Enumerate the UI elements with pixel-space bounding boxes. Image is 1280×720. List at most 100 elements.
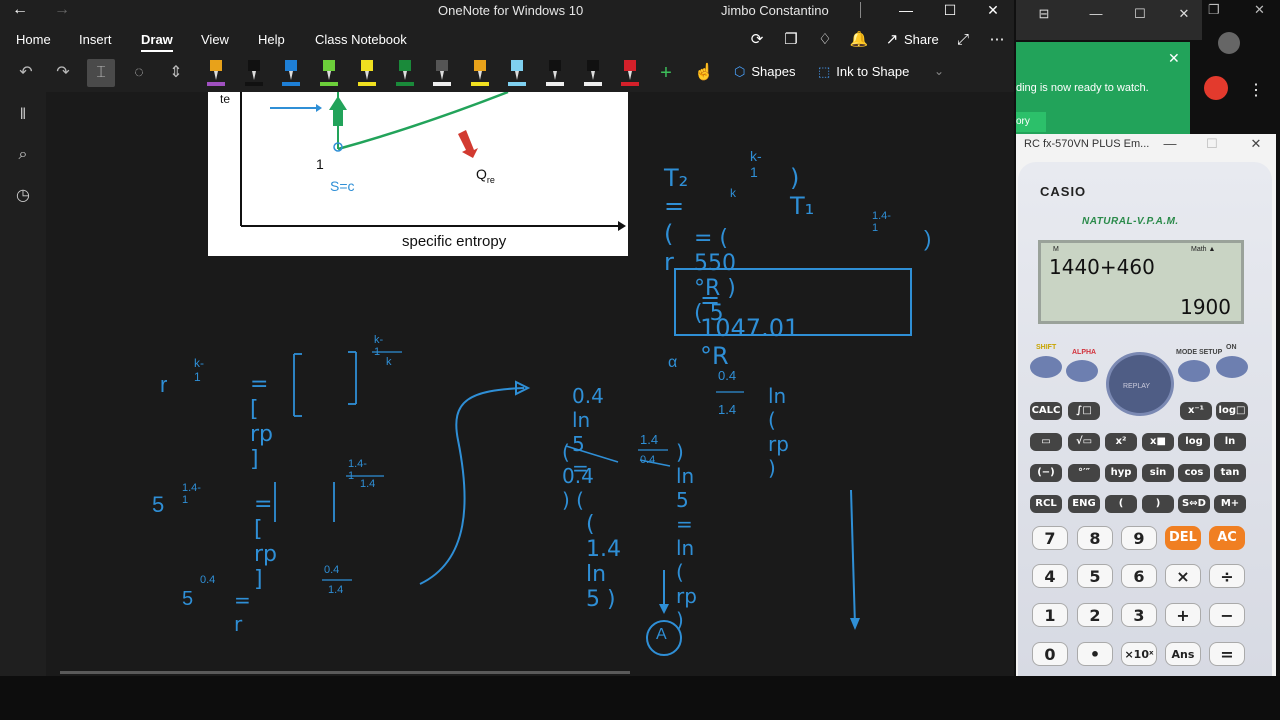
key-row2-4[interactable]: log [1178, 433, 1210, 451]
key-7-3[interactable]: + [1165, 603, 1201, 627]
window-layout-icon[interactable]: ⊟ [1032, 6, 1056, 22]
key-row2-1[interactable]: √▭ [1068, 433, 1100, 451]
ln1-frac-bot: 1.4 [718, 402, 737, 417]
key-row1-2[interactable]: x⁻¹ [1180, 402, 1212, 420]
calculator-display: M Math ▲ 1440+460 1900 [1038, 240, 1244, 324]
key-row4-4[interactable]: S⇔D [1178, 495, 1210, 513]
calculator-window-title: RC fx-570VN PLUS Em... [1024, 138, 1150, 150]
mode-key[interactable] [1178, 360, 1210, 382]
ln1-frac-top: 0.4 [718, 368, 737, 383]
calc-maximize-icon[interactable]: ☐ [1200, 136, 1224, 152]
key-row1-1[interactable]: ∫□ [1068, 402, 1100, 420]
key-5-0[interactable]: 7 [1032, 526, 1068, 550]
recording-notification: ✕ ding is now ready to watch. ory [1016, 42, 1190, 134]
key-row2-5[interactable]: ln [1214, 433, 1246, 451]
ln3-expression: ( 1.4 ln 5 ) [586, 512, 621, 612]
key-8-3[interactable]: Ans [1165, 642, 1201, 666]
memory-indicator: M [1053, 246, 1059, 253]
key-row3-4[interactable]: cos [1178, 464, 1210, 482]
ratio-exponent: k-1 [194, 356, 204, 384]
ratio-exp2-bot: k [386, 356, 392, 368]
bg-restore-icon[interactable]: ❐ [1208, 2, 1220, 18]
ratio-mid: = [ rp ] [250, 372, 274, 472]
calc-close-icon[interactable]: ✕ [1244, 136, 1268, 152]
key-row3-3[interactable]: sin [1142, 464, 1174, 482]
calculator-brand: CASIO [1040, 184, 1087, 199]
notification-text: ding is now ready to watch. [1016, 82, 1149, 94]
key-5-2[interactable]: 9 [1121, 526, 1157, 550]
replay-dpad[interactable]: REPLAY [1106, 352, 1174, 416]
ln2-frac-top: 1.4 [640, 432, 659, 447]
key-7-0[interactable]: 1 [1032, 603, 1068, 627]
alpha-label: ALPHA [1072, 349, 1097, 356]
key-8-4[interactable]: = [1209, 642, 1245, 666]
key-6-1[interactable]: 5 [1077, 564, 1113, 588]
key-row2-0[interactable]: ▭ [1030, 433, 1062, 451]
display-expression: 1440+460 [1049, 255, 1155, 279]
key-6-2[interactable]: 6 [1121, 564, 1157, 588]
t2-equation: T₂ = ( r [664, 164, 689, 276]
key-6-4[interactable]: ÷ [1209, 564, 1245, 588]
line2-exponent: 1.4-1 [182, 482, 201, 506]
key-row1-0[interactable]: CALC [1030, 402, 1062, 420]
key-5-4[interactable]: AC [1209, 526, 1245, 550]
replay-label: REPLAY [1123, 383, 1151, 390]
key-row4-2[interactable]: ( [1105, 495, 1137, 513]
ratio-exp2-top: k-1 [374, 334, 384, 358]
line3-top: 0.4 [324, 564, 340, 576]
recording-signal-icon[interactable] [1204, 76, 1228, 100]
key-5-1[interactable]: 8 [1077, 526, 1113, 550]
ratio-lhs: r [160, 372, 168, 397]
shift-key[interactable] [1030, 356, 1062, 378]
key-5-3[interactable]: DEL [1165, 526, 1201, 550]
line3-base: 5 [182, 588, 194, 610]
key-7-4[interactable]: − [1209, 603, 1245, 627]
zoom-maximize-icon[interactable]: ☐ [1128, 6, 1152, 22]
ln2-frac-bot: 0.4 [640, 454, 656, 466]
more-options-icon[interactable]: ⋮ [1248, 80, 1264, 100]
key-row3-2[interactable]: hyp [1105, 464, 1137, 482]
key-row2-2[interactable]: x² [1105, 433, 1137, 451]
line2-bot: 1.4 [360, 478, 376, 490]
avatar[interactable] [1218, 32, 1240, 54]
key-6-0[interactable]: 4 [1032, 564, 1068, 588]
key-row4-0[interactable]: RCL [1030, 495, 1062, 513]
line2-base: 5 [152, 492, 165, 517]
on-label: ON [1226, 344, 1237, 351]
substitution-tail: ) [924, 226, 932, 251]
bg-close-icon[interactable]: ✕ [1254, 2, 1265, 18]
line3-bot: 1.4 [328, 584, 344, 596]
key-7-1[interactable]: 2 [1077, 603, 1113, 627]
line2-mid: = [ rp ] [254, 492, 278, 592]
key-row4-1[interactable]: ENG [1068, 495, 1100, 513]
onenote-window: ← → OneNote for Windows 10 Jimbo Constan… [0, 0, 1014, 676]
t2-subscript: k [730, 186, 736, 200]
key-row2-3[interactable]: x■ [1142, 433, 1174, 451]
key-row3-0[interactable]: (−) [1030, 464, 1062, 482]
line3-exponent: 0.4 [200, 574, 216, 586]
alpha-key[interactable] [1066, 360, 1098, 382]
notification-link[interactable]: ory [1016, 112, 1046, 132]
on-key[interactable] [1216, 356, 1248, 378]
zoom-minimize-icon[interactable]: — [1084, 6, 1108, 21]
key-row3-1[interactable]: °′″ [1068, 464, 1100, 482]
ln1-mark: α [668, 354, 678, 371]
notification-close-icon[interactable]: ✕ [1168, 50, 1180, 67]
key-6-3[interactable]: × [1165, 564, 1201, 588]
ln2-rhs: ) ln 5 = ln ( rp ) [676, 440, 697, 632]
circled-a-label: A [656, 626, 667, 643]
key-8-0[interactable]: 0 [1032, 642, 1068, 666]
ln2-lhs: ( 0.4 ) ( [562, 440, 594, 512]
key-8-2[interactable]: ×10ˣ [1121, 642, 1157, 666]
line3-mid: = r [234, 588, 251, 636]
math-indicator: Math ▲ [1191, 246, 1216, 253]
key-7-2[interactable]: 3 [1121, 603, 1157, 627]
key-8-1[interactable]: • [1077, 642, 1113, 666]
calc-minimize-icon[interactable]: — [1158, 136, 1182, 151]
key-row4-5[interactable]: M+ [1214, 495, 1246, 513]
key-row4-3[interactable]: ) [1142, 495, 1174, 513]
zoom-close-icon[interactable]: ✕ [1172, 6, 1196, 22]
key-row1-3[interactable]: log□ [1216, 402, 1248, 420]
t2-exponent: k-1 [750, 148, 762, 180]
key-row3-5[interactable]: tan [1214, 464, 1246, 482]
